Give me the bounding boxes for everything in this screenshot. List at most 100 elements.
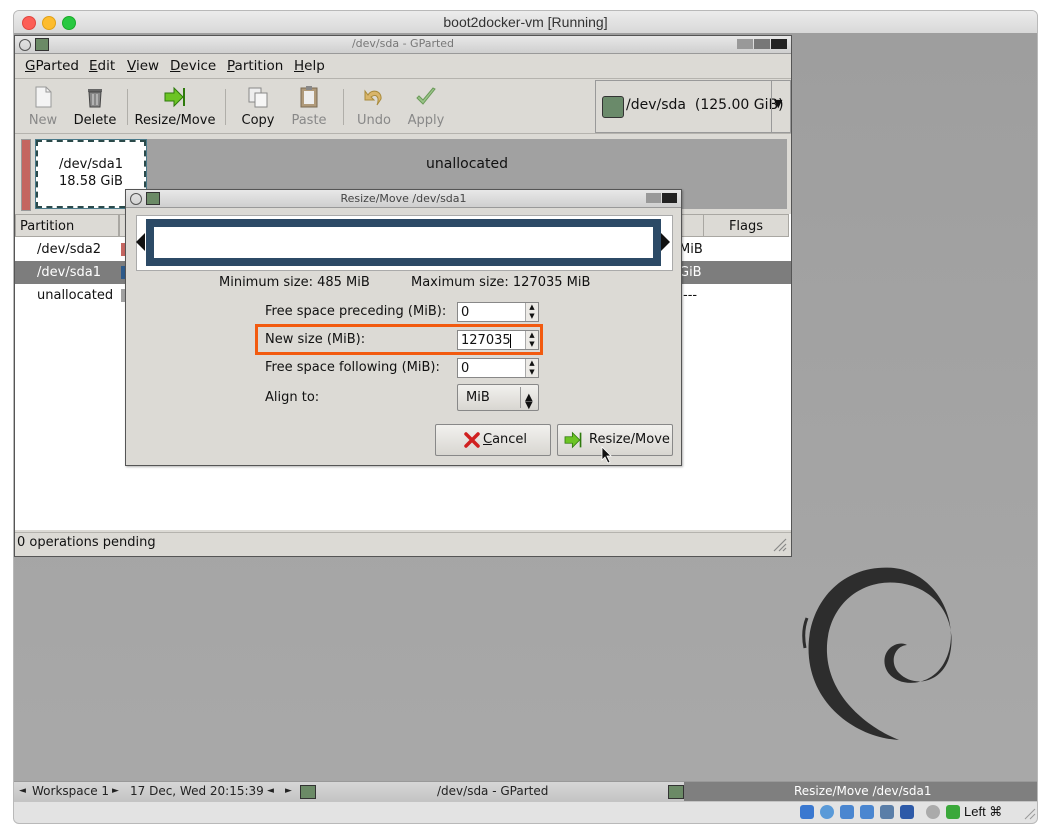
- network-icon[interactable]: [840, 805, 854, 819]
- mouse-integration-icon[interactable]: [926, 805, 940, 819]
- gparted-window: /dev/sda - GParted GParted Edit View Dev…: [14, 35, 792, 557]
- gparted-title: /dev/sda - GParted: [351, 37, 455, 50]
- dialog-app-icon: [668, 785, 684, 799]
- delete-button[interactable]: Delete: [69, 81, 121, 131]
- toolbar-separator: [225, 89, 226, 125]
- menu-edit[interactable]: Edit: [89, 58, 115, 74]
- menu-help[interactable]: Help: [294, 58, 325, 74]
- close-window-button[interactable]: [662, 193, 677, 203]
- spin-arrows-icon[interactable]: ▲ ▼: [525, 303, 538, 321]
- display-icon[interactable]: [880, 805, 894, 819]
- task-resize-move: Resize/Move /dev/sda1: [794, 784, 932, 798]
- menu-view[interactable]: View: [127, 58, 159, 74]
- unallocated-label: unallocated: [426, 156, 508, 172]
- toolbar: New Delete Resize/Move Copy Paste Undo A…: [15, 79, 791, 134]
- align-to-label: Align to:: [265, 390, 320, 405]
- checkmark-icon: [416, 87, 436, 105]
- gparted-app-icon: [300, 785, 316, 799]
- select-divider: [520, 387, 521, 408]
- spin-arrows-icon[interactable]: ▲ ▼: [525, 359, 538, 377]
- right-resize-handle-icon[interactable]: [661, 233, 670, 251]
- new-button[interactable]: New: [21, 81, 65, 131]
- free-space-preceding-label: Free space preceding (MiB):: [265, 304, 447, 319]
- resize-move-confirm-button[interactable]: Resize/Move: [557, 424, 673, 456]
- new-size-field[interactable]: 127035 ▲ ▼: [457, 330, 539, 350]
- resize-move-button[interactable]: Resize/Move: [133, 81, 217, 131]
- left-resize-handle-icon[interactable]: [136, 233, 145, 251]
- new-size-label: New size (MiB):: [265, 332, 366, 347]
- mouse-cursor-icon: [601, 446, 612, 464]
- minimum-size-label: Minimum size: 485 MiB: [219, 275, 370, 290]
- disk-icon: [602, 96, 624, 118]
- minimize-window-button[interactable]: [737, 39, 753, 49]
- select-arrow-down-icon: ▼: [525, 400, 533, 411]
- row-used: GiB: [679, 265, 702, 280]
- menu-device[interactable]: Device: [170, 58, 216, 74]
- optical-drive-icon[interactable]: [820, 805, 834, 819]
- new-document-icon: [35, 86, 52, 108]
- row-partition: /dev/sda2: [37, 242, 101, 257]
- minimize-window-button[interactable]: [646, 193, 661, 203]
- vm-titlebar: boot2docker-vm [Running]: [14, 11, 1037, 34]
- paste-button[interactable]: Paste: [287, 81, 331, 131]
- taskbar: ◄ Workspace 1 ► 17 Dec, Wed 20:15:39 ◄ ►…: [14, 781, 1037, 802]
- partition-resizer: [136, 215, 673, 271]
- status-text: 0 operations pending: [17, 535, 156, 550]
- workspace-prev-icon[interactable]: ◄: [19, 782, 26, 801]
- shared-folders-icon[interactable]: [860, 805, 874, 819]
- task-prev-icon[interactable]: ◄: [267, 782, 274, 801]
- clock: 17 Dec, Wed 20:15:39: [130, 784, 264, 798]
- row-partition: unallocated: [37, 288, 114, 303]
- align-to-select[interactable]: MiB ▲ ▼: [457, 384, 539, 411]
- undo-button[interactable]: Undo: [353, 81, 395, 131]
- usb-icon[interactable]: [900, 805, 914, 819]
- row-partition: /dev/sda1: [37, 265, 101, 280]
- free-space-preceding-field[interactable]: 0 ▲ ▼: [457, 302, 539, 322]
- row-used: MiB: [679, 242, 703, 257]
- spin-value: 0: [461, 361, 470, 376]
- spin-value: 127035: [461, 333, 511, 348]
- resize-grip-icon[interactable]: [771, 536, 787, 552]
- task-gparted[interactable]: /dev/sda - GParted: [437, 782, 548, 801]
- workspace-next-icon[interactable]: ►: [112, 782, 119, 801]
- copy-button[interactable]: Copy: [237, 81, 279, 131]
- apply-button[interactable]: Apply: [403, 81, 449, 131]
- menu-gparted[interactable]: GParted: [25, 58, 79, 74]
- cancel-label: ancel: [492, 432, 528, 447]
- maximum-size-label: Maximum size: 127035 MiB: [411, 275, 591, 290]
- maximize-window-button[interactable]: [754, 39, 770, 49]
- spin-arrows-icon[interactable]: ▲ ▼: [525, 331, 538, 349]
- column-header-flags[interactable]: Flags: [703, 214, 789, 237]
- free-space-following-field[interactable]: 0 ▲ ▼: [457, 358, 539, 378]
- clipboard-icon: [300, 86, 318, 108]
- toolbar-separator: [343, 89, 344, 125]
- hard-disk-icon[interactable]: [800, 805, 814, 819]
- column-header-partition[interactable]: Partition: [15, 214, 119, 237]
- partition-bar-used: [154, 227, 653, 258]
- device-selector-label: /dev/sda (125.00 GiB): [626, 97, 784, 113]
- status-bar: 0 operations pending: [15, 532, 791, 555]
- cancel-x-icon: [464, 432, 480, 448]
- close-window-button[interactable]: [771, 39, 787, 49]
- cancel-button[interactable]: Cancel: [435, 424, 551, 456]
- chevron-down-icon: ▼: [774, 97, 783, 110]
- sda2-segment[interactable]: [21, 139, 31, 211]
- sda1-name: /dev/sda1: [59, 157, 123, 172]
- resize-arrow-icon: [564, 431, 582, 449]
- device-selector[interactable]: /dev/sda (125.00 GiB) ▼: [595, 80, 791, 133]
- free-space-following-label: Free space following (MiB):: [265, 360, 440, 375]
- row-used: ---: [683, 288, 698, 303]
- vm-status-bar: Left ⌘: [14, 801, 1037, 823]
- partition-bar[interactable]: [146, 219, 661, 266]
- cancel-mnemonic: C: [483, 432, 493, 447]
- text-cursor: [510, 334, 511, 348]
- resize-grip-icon[interactable]: [1022, 806, 1036, 820]
- workspace-label[interactable]: Workspace 1: [32, 782, 109, 801]
- keyboard-capture-icon[interactable]: [946, 805, 960, 819]
- task-next-icon[interactable]: ►: [285, 782, 292, 801]
- host-key-label: Left ⌘: [964, 804, 1003, 819]
- dialog-titlebar: Resize/Move /dev/sda1: [126, 190, 681, 208]
- task-resize-move-active[interactable]: Resize/Move /dev/sda1: [684, 782, 1037, 802]
- align-to-value: MiB: [466, 390, 490, 405]
- menu-partition[interactable]: Partition: [227, 58, 283, 74]
